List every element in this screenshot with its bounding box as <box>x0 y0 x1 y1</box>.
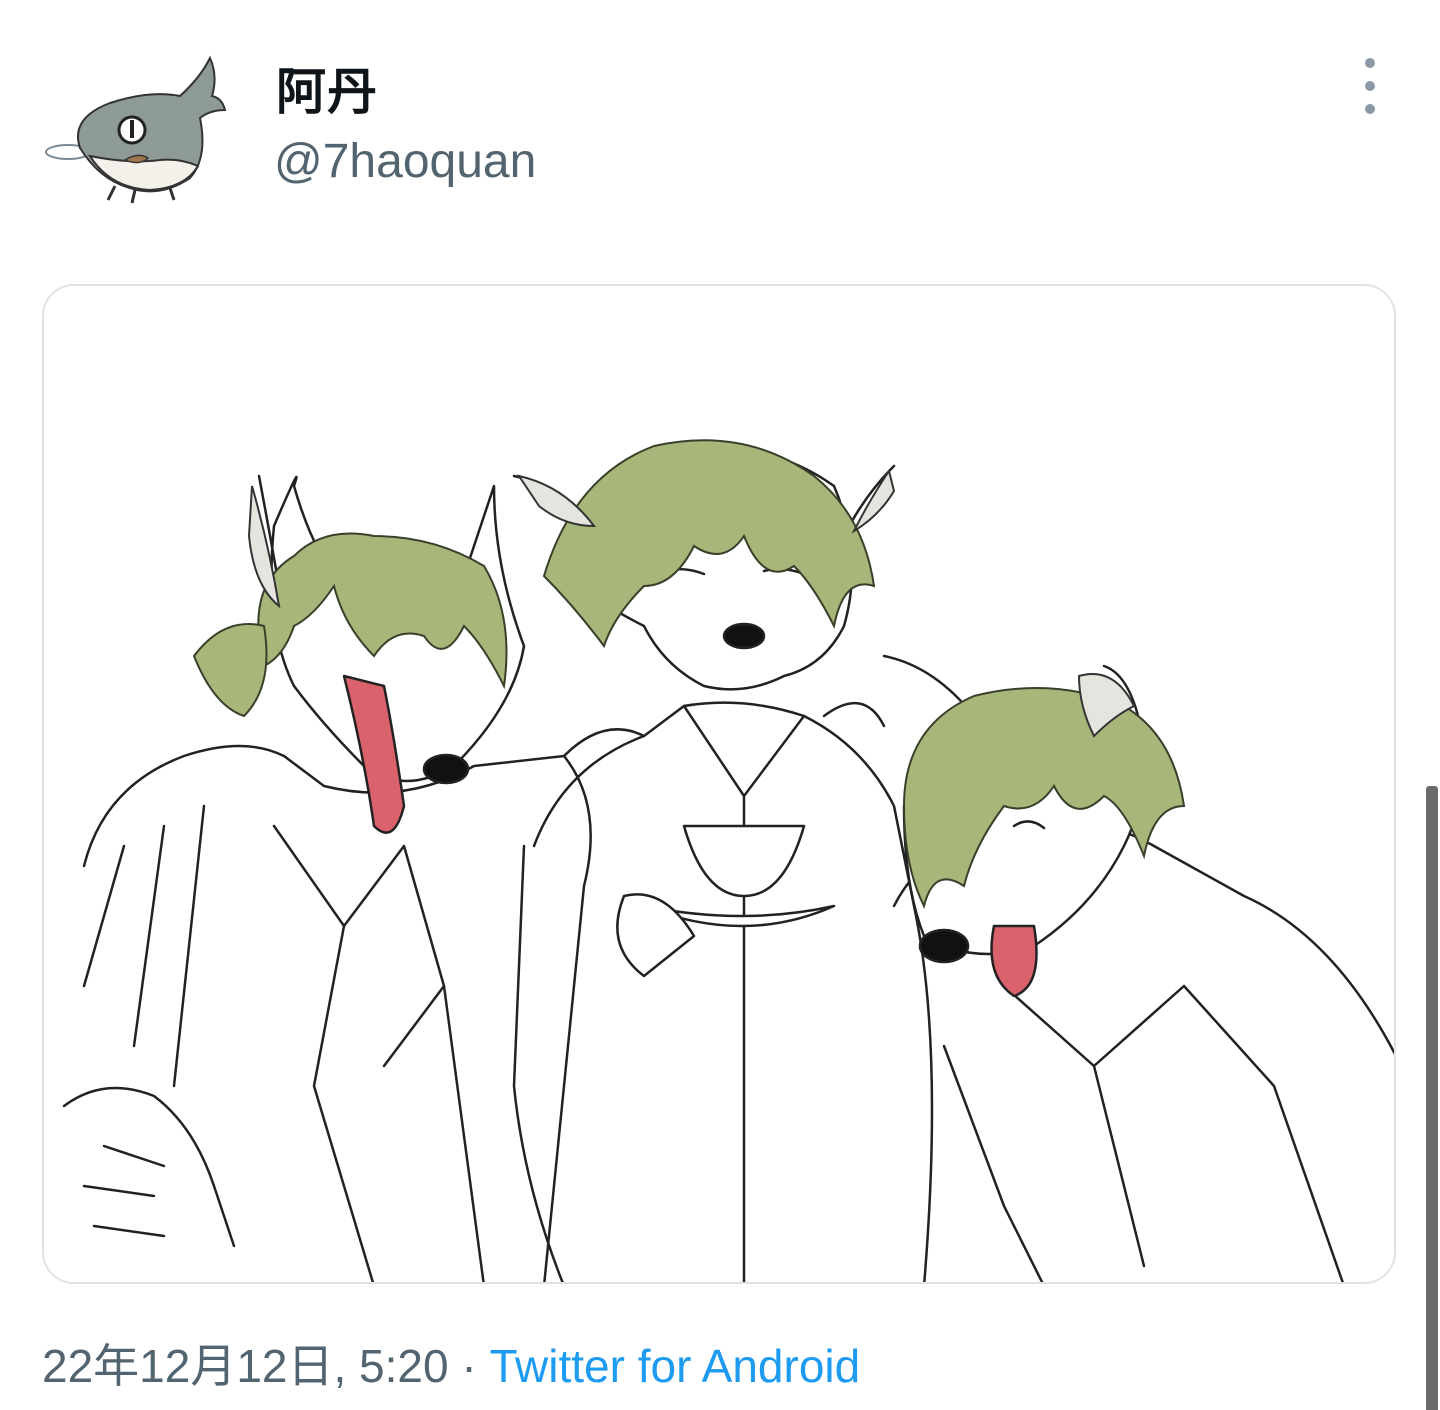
more-vertical-icon <box>1365 58 1375 68</box>
display-name[interactable]: 阿丹 <box>276 52 378 124</box>
meta-separator: · <box>448 1340 490 1392</box>
avatar[interactable] <box>40 48 230 208</box>
scrollbar-thumb[interactable] <box>1426 786 1438 1410</box>
more-vertical-icon <box>1365 104 1375 114</box>
more-vertical-icon <box>1365 81 1375 91</box>
tweet-media-image[interactable] <box>42 284 1396 1284</box>
user-handle[interactable]: @7haoquan <box>274 134 536 189</box>
illustration-three-dog-characters <box>44 286 1394 1282</box>
tweet-source-link[interactable]: Twitter for Android <box>489 1340 860 1392</box>
tweet-meta: 22年12月12日, 5:20 · Twitter for Android <box>42 1330 860 1396</box>
tweet-timestamp[interactable]: 22年12月12日, 5:20 <box>42 1340 449 1392</box>
more-options-button[interactable] <box>1350 58 1390 114</box>
shark-cat-avatar-icon <box>45 55 227 204</box>
